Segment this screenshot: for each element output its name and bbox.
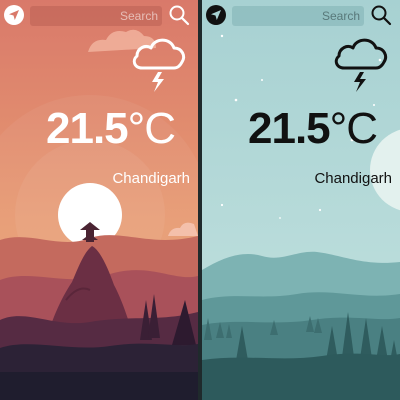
temperature-display: 21.5°C xyxy=(46,104,176,154)
temperature-display: 21.5°C xyxy=(248,104,378,154)
search-bar xyxy=(30,6,162,26)
current-location-button[interactable] xyxy=(4,5,24,25)
weather-screen-teal: 21.5°C Chandigarh xyxy=(202,0,400,400)
search-icon xyxy=(169,5,190,26)
weather-screen-sunset: 21.5°C Chandigarh xyxy=(0,0,198,400)
search-input[interactable] xyxy=(232,6,364,26)
cloud-lightning-icon xyxy=(132,38,186,92)
search-bar xyxy=(232,6,364,26)
city-name: Chandigarh xyxy=(112,170,190,187)
location-arrow-icon xyxy=(9,10,19,20)
temperature-unit: °C xyxy=(127,104,176,153)
search-icon xyxy=(371,5,392,26)
current-location-button[interactable] xyxy=(206,5,226,25)
search-button[interactable] xyxy=(168,4,190,26)
app-stage: 21.5°C Chandigarh xyxy=(0,0,400,400)
temperature-unit: °C xyxy=(329,104,378,153)
city-name: Chandigarh xyxy=(314,170,392,187)
search-button[interactable] xyxy=(370,4,392,26)
temperature-value: 21.5 xyxy=(46,104,129,153)
search-input[interactable] xyxy=(30,6,162,26)
temperature-value: 21.5 xyxy=(248,104,331,153)
cloud-lightning-icon xyxy=(334,38,388,92)
location-arrow-icon xyxy=(211,10,221,20)
